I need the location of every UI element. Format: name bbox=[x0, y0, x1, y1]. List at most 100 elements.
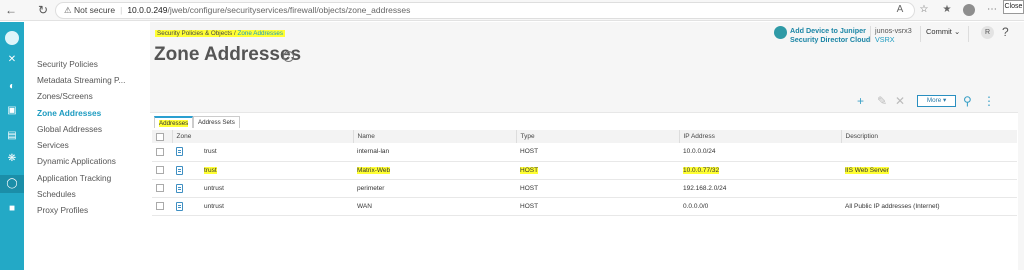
dashboard-icon[interactable]: ◐ bbox=[0, 78, 24, 96]
juniper-cloud-icon[interactable] bbox=[774, 26, 787, 39]
name-cell: WAN bbox=[357, 202, 372, 210]
address-icon bbox=[176, 201, 183, 211]
monitor-icon[interactable]: ▣ bbox=[0, 102, 24, 120]
address-icon bbox=[176, 183, 183, 193]
sidebar-item-global-addresses[interactable]: Global Addresses bbox=[37, 124, 102, 134]
commit-menu[interactable]: Commit ⌄ bbox=[926, 27, 960, 36]
question-icon[interactable]: ? bbox=[1002, 25, 1009, 39]
not-secure-label: Not secure bbox=[74, 5, 116, 15]
favorite-icon[interactable]: ☆ bbox=[917, 3, 931, 17]
table-row[interactable]: untrust perimeter HOST 192.168.2.0/24 bbox=[152, 179, 1017, 198]
row-checkbox[interactable] bbox=[156, 184, 164, 192]
column-header-zone[interactable]: Zone bbox=[171, 130, 353, 143]
header-divider bbox=[920, 26, 921, 42]
breadcrumb-separator: / bbox=[234, 30, 236, 37]
more-vertical-icon[interactable]: ⋮ bbox=[983, 94, 995, 108]
column-header-name[interactable]: Name bbox=[352, 130, 516, 143]
url-separator: | bbox=[120, 5, 123, 15]
ip-address-cell: 192.168.2.0/24 bbox=[683, 184, 727, 192]
description-cell: All Public IP addresses (Internet) bbox=[845, 202, 940, 210]
lock-icon[interactable]: ■ bbox=[0, 200, 24, 218]
search-icon[interactable]: ⚲ bbox=[963, 94, 972, 108]
sidebar-item-schedules[interactable]: Schedules bbox=[37, 189, 76, 199]
row-checkbox[interactable] bbox=[156, 147, 164, 156]
device-model: VSRX bbox=[875, 35, 895, 44]
browser-profile-avatar[interactable] bbox=[963, 4, 975, 16]
url-path: /jweb/configure/securityservices/firewal… bbox=[167, 5, 411, 15]
sidebar: Security Policies Metadata Streaming P..… bbox=[24, 22, 150, 270]
sidebar-item-security-policies[interactable]: Security Policies bbox=[37, 59, 98, 69]
app-logo-icon bbox=[5, 31, 19, 45]
device-name: junos-vsrx3 bbox=[875, 26, 912, 35]
zone-cell: untrust bbox=[204, 184, 224, 192]
network-icon[interactable]: ❋ bbox=[0, 150, 24, 168]
favorites-icon[interactable]: ★ bbox=[940, 3, 954, 17]
table-header-row: Zone Name Type IP Address Description bbox=[152, 130, 1017, 143]
help-icon[interactable]: ? bbox=[283, 51, 294, 62]
more-label: More bbox=[926, 97, 942, 104]
type-cell: HOST bbox=[520, 202, 539, 210]
add-device-link[interactable]: Add Device to Juniper Security Director … bbox=[790, 26, 870, 44]
edit-icon[interactable]: ✎ bbox=[877, 94, 887, 108]
device-info: junos-vsrx3 VSRX bbox=[875, 26, 912, 44]
column-header-description[interactable]: Description bbox=[840, 130, 1017, 143]
type-cell: HOST bbox=[520, 166, 539, 174]
sidebar-item-services[interactable]: Services bbox=[37, 140, 69, 150]
sidebar-item-zone-addresses[interactable]: Zone Addresses bbox=[37, 108, 101, 118]
zone-cell: trust bbox=[204, 148, 217, 156]
name-cell: internal-lan bbox=[357, 148, 390, 156]
tab-address-sets[interactable]: Address Sets bbox=[193, 116, 240, 128]
sidebar-item-application-tracking[interactable]: Application Tracking bbox=[37, 173, 111, 183]
address-bar[interactable]: ⚠ Not secure | 10.0.0.249/jweb/configure/s… bbox=[55, 2, 915, 19]
column-header-ip-address[interactable]: IP Address bbox=[678, 130, 841, 143]
commit-label: Commit bbox=[926, 27, 952, 36]
name-cell: Matrix-Web bbox=[357, 166, 391, 174]
header-divider bbox=[870, 26, 871, 42]
chevron-down-icon: ⌄ bbox=[953, 27, 961, 36]
breadcrumb-current: Zone Addresses bbox=[237, 30, 284, 37]
address-icon bbox=[176, 147, 183, 157]
url-host: 10.0.0.249 bbox=[127, 5, 168, 15]
sidebar-item-proxy-profiles[interactable]: Proxy Profiles bbox=[37, 205, 88, 215]
table-row[interactable]: trust internal-lan HOST 10.0.0.0/24 bbox=[152, 143, 1017, 162]
add-icon[interactable]: + bbox=[857, 94, 864, 108]
zone-addresses-table: Zone Name Type IP Address Description tr… bbox=[152, 130, 1017, 216]
devices-icon[interactable]: ▤ bbox=[0, 127, 24, 145]
zone-cell: trust bbox=[204, 166, 217, 174]
sidebar-item-zones-screens[interactable]: Zones/Screens bbox=[37, 91, 93, 101]
page-title: Zone Addresses bbox=[154, 44, 302, 65]
select-all-cell bbox=[152, 130, 172, 143]
left-nav-rail: ✕ ◐ ▣ ▤ ❋ ◯ ■ bbox=[0, 22, 24, 270]
add-device-line2: Security Director Cloud bbox=[790, 35, 871, 44]
close-tooltip: Close bbox=[1003, 0, 1024, 14]
close-nav-icon[interactable]: ✕ bbox=[0, 51, 24, 69]
ip-address-cell: 10.0.0.0/24 bbox=[683, 148, 716, 156]
tab-addresses[interactable]: Addresses bbox=[154, 116, 194, 128]
row-checkbox[interactable] bbox=[156, 166, 164, 174]
add-device-line1: Add Device to Juniper bbox=[790, 26, 866, 35]
table-row[interactable]: untrust WAN HOST 0.0.0.0/0 All Public IP… bbox=[152, 197, 1017, 216]
table-row[interactable]: trust Matrix-Web HOST 10.0.0.77/32 IIS W… bbox=[152, 161, 1017, 180]
column-header-type[interactable]: Type bbox=[515, 130, 679, 143]
header-divider bbox=[968, 26, 969, 42]
delete-icon[interactable]: ✕ bbox=[895, 94, 905, 108]
user-avatar[interactable]: R bbox=[981, 26, 994, 39]
address-icon bbox=[176, 165, 183, 175]
sidebar-item-metadata-streaming[interactable]: Metadata Streaming P... bbox=[37, 75, 125, 85]
type-cell: HOST bbox=[520, 148, 539, 156]
description-cell: IIS Web Server bbox=[845, 166, 889, 174]
zone-cell: untrust bbox=[204, 202, 224, 210]
type-cell: HOST bbox=[520, 184, 539, 192]
select-all-checkbox[interactable] bbox=[156, 132, 164, 141]
name-cell: perimeter bbox=[357, 184, 385, 192]
more-button[interactable]: More ▾ bbox=[917, 95, 956, 107]
reload-icon[interactable]: ↻ bbox=[35, 2, 51, 18]
read-aloud-icon[interactable]: A bbox=[893, 3, 907, 17]
browser-menu-icon[interactable]: ⋯ bbox=[985, 3, 999, 17]
breadcrumb-parent[interactable]: Security Policies & Objects bbox=[157, 30, 232, 37]
tab-address-sets-label: Address Sets bbox=[198, 119, 235, 126]
row-checkbox[interactable] bbox=[156, 202, 164, 210]
sidebar-item-dynamic-applications[interactable]: Dynamic Applications bbox=[37, 156, 116, 166]
security-shield-icon[interactable]: ◯ bbox=[0, 175, 24, 193]
back-icon[interactable]: ← bbox=[3, 2, 19, 18]
